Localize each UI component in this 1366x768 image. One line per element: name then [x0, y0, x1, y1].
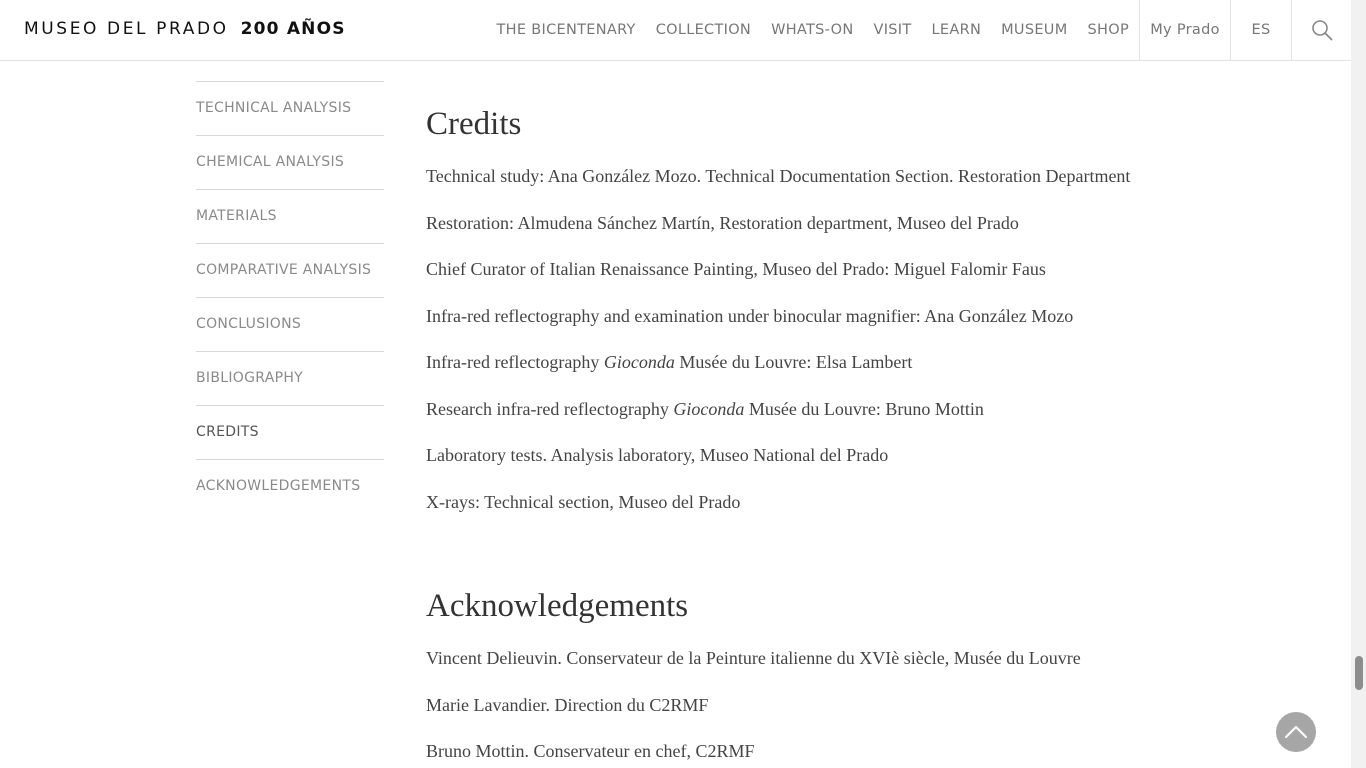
acknowledgement-line: Bruno Mottin. Conservateur en chef, C2RM… — [426, 741, 755, 761]
nav-museum[interactable]: MUSEUM — [991, 0, 1077, 60]
credit-text: Musée du Louvre: Bruno Mottin — [744, 398, 984, 419]
search-button[interactable] — [1291, 0, 1351, 60]
acknowledgement-line: Vincent Delieuvin. Conservateur de la Pe… — [426, 648, 1081, 668]
credits-title: Credits — [426, 106, 522, 142]
nav-visit[interactable]: VISIT — [863, 0, 921, 60]
credit-text: Musée du Louvre: Elsa Lambert — [674, 352, 913, 372]
acknowledgement-line: Marie Lavandier. Direction du C2RMF — [426, 694, 709, 715]
credit-line: Research infra-red reflectography Giocon… — [426, 395, 1326, 442]
sidebar-item-materials[interactable]: MATERIALS — [196, 189, 384, 243]
credit-line: Technical study: Ana González Mozo. Tech… — [426, 166, 1131, 186]
sidebar-item-technical-analysis[interactable]: TECHNICAL ANALYSIS — [196, 81, 384, 135]
main-nav: THE BICENTENARY COLLECTION WHATS-ON VISI… — [487, 0, 1351, 60]
scrollbar[interactable] — [1351, 0, 1366, 768]
nav-shop[interactable]: SHOP — [1078, 0, 1139, 60]
sidebar-item-credits[interactable]: CREDITS — [196, 405, 384, 459]
site-header: MUSEO DEL PRADO 200 AÑOS THE BICENTENARY… — [0, 0, 1351, 61]
sidebar-item-acknowledgements[interactable]: ACKNOWLEDGEMENTS — [196, 459, 384, 513]
artwork-title: Gioconda — [603, 352, 675, 372]
sidebar-item-conclusions[interactable]: CONCLUSIONS — [196, 297, 384, 351]
credit-line: X-rays: Technical section, Museo del Pra… — [426, 491, 741, 512]
scrollbar-thumb[interactable] — [1355, 656, 1363, 690]
sidebar-item-comparative-analysis[interactable]: COMPARATIVE ANALYSIS — [196, 243, 384, 297]
my-prado-link[interactable]: My Prado — [1139, 0, 1230, 60]
credit-line: Infra-red reflectography and examination… — [426, 305, 1074, 326]
main-content: Credits Technical study: Ana González Mo… — [426, 104, 1326, 768]
sidebar-item-chemical-analysis[interactable]: CHEMICAL ANALYSIS — [196, 135, 384, 189]
chevron-up-icon — [1284, 725, 1308, 739]
nav-whats-on[interactable]: WHATS-ON — [761, 0, 863, 60]
site-logo[interactable]: MUSEO DEL PRADO 200 AÑOS — [24, 19, 346, 39]
nav-learn[interactable]: LEARN — [922, 0, 992, 60]
credit-line: Infra-red reflectography Gioconda Musée … — [426, 348, 1326, 395]
search-icon — [1311, 20, 1332, 41]
artwork-title: Gioconda — [673, 398, 745, 419]
credit-text: Infra-red reflectography — [426, 352, 604, 372]
section-sidebar: TECHNICAL ANALYSIS CHEMICAL ANALYSIS MAT… — [196, 81, 384, 513]
credit-line: Restoration: Almudena Sánchez Martín, Re… — [426, 212, 1019, 233]
logo-text: MUSEO DEL PRADO — [24, 19, 229, 39]
credit-line: Chief Curator of Italian Renaissance Pai… — [426, 259, 1046, 279]
language-switch[interactable]: ES — [1230, 0, 1291, 60]
nav-collection[interactable]: COLLECTION — [646, 0, 761, 60]
acknowledgements-title: Acknowledgements — [426, 588, 689, 624]
credit-line: Laboratory tests. Analysis laboratory, M… — [426, 445, 889, 465]
sidebar-item-bibliography[interactable]: BIBLIOGRAPHY — [196, 351, 384, 405]
credit-text: Research infra-red reflectography — [426, 398, 674, 419]
back-to-top-button[interactable] — [1276, 712, 1316, 752]
nav-the-bicentenary[interactable]: THE BICENTENARY — [487, 0, 646, 60]
logo-anniversary: 200 AÑOS — [240, 19, 346, 39]
